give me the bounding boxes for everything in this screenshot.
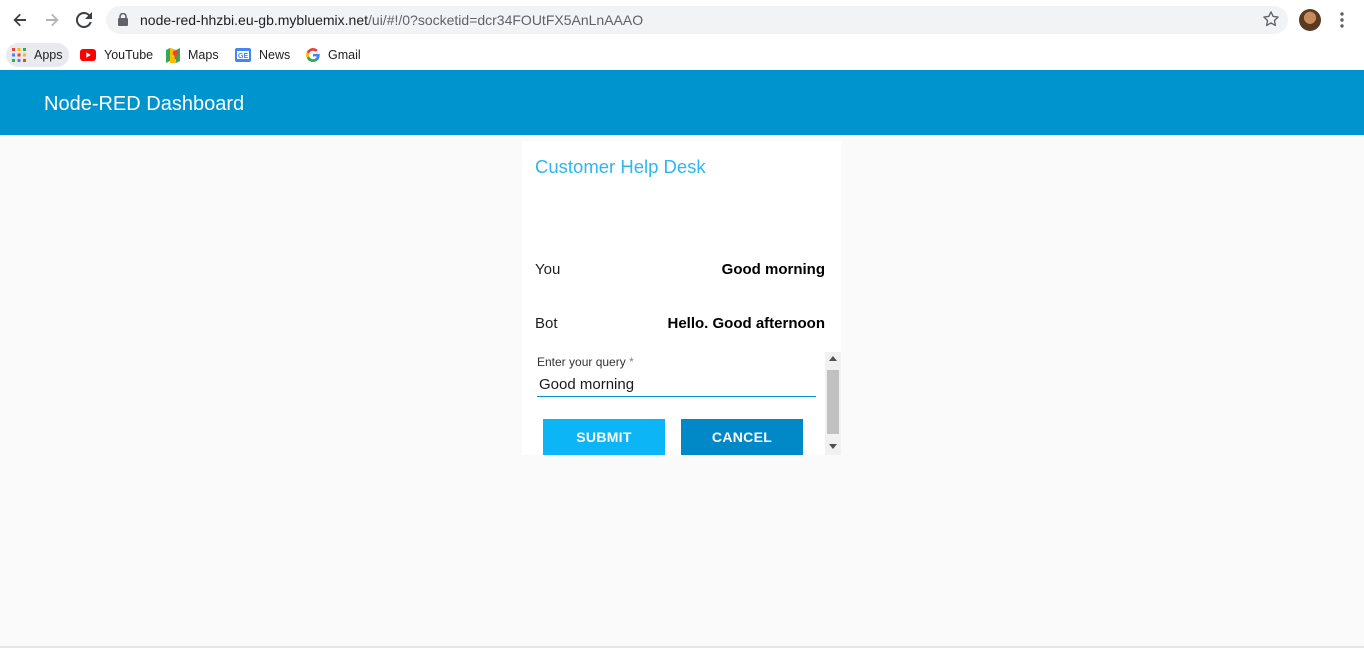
address-bar[interactable]: node-red-hhzbi.eu-gb.mybluemix.net/ui/#!… xyxy=(106,6,1288,34)
bookmark-apps[interactable]: Apps xyxy=(6,43,69,67)
bookmark-label: Gmail xyxy=(328,48,361,62)
dashboard-header: Node-RED Dashboard xyxy=(0,70,1364,135)
submit-button[interactable]: SUBMIT xyxy=(543,419,665,455)
maps-icon xyxy=(166,47,180,63)
back-arrow-icon xyxy=(13,13,26,27)
bookmark-label: YouTube xyxy=(104,48,154,62)
url-path: /ui/#!/0?socketid=dcr34FOUtFX5AnLnAAAO xyxy=(368,12,644,28)
query-label: Enter your query * xyxy=(537,355,634,369)
reload-button[interactable] xyxy=(72,8,96,32)
form-scrollbar[interactable] xyxy=(825,352,841,455)
bookmark-label: News xyxy=(259,48,291,62)
message-sender: You xyxy=(535,261,561,278)
cancel-button[interactable]: CANCEL xyxy=(681,419,803,455)
query-input[interactable] xyxy=(537,373,816,397)
bookmark-maps[interactable]: Maps xyxy=(160,43,225,67)
help-desk-card: Customer Help Desk You Good morning Bot … xyxy=(522,141,841,455)
browser-toolbar: node-red-hhzbi.eu-gb.mybluemix.net/ui/#!… xyxy=(0,0,1364,40)
query-label-text: Enter your query xyxy=(537,355,626,369)
youtube-icon xyxy=(80,49,96,61)
apps-grid-icon xyxy=(12,48,26,62)
chat-message-bot: Bot Hello. Good afternoon xyxy=(535,315,825,339)
bookmark-star-icon[interactable] xyxy=(1262,10,1280,28)
news-icon: GE xyxy=(235,48,251,62)
scroll-thumb[interactable] xyxy=(827,370,839,434)
url-text: node-red-hhzbi.eu-gb.mybluemix.net/ui/#!… xyxy=(140,12,643,28)
forward-button[interactable] xyxy=(40,8,64,32)
chat-message-you: You Good morning xyxy=(535,261,825,285)
message-text: Good morning xyxy=(721,261,825,278)
query-form: Enter your query * SUBMIT CANCEL xyxy=(522,352,841,455)
svg-text:GE: GE xyxy=(238,53,248,60)
bookmark-gmail[interactable]: Gmail xyxy=(300,43,367,67)
bookmark-news[interactable]: GE News xyxy=(229,43,296,67)
bookmarks-bar: Apps YouTube Maps GE News Gmail xyxy=(0,40,1364,70)
bookmark-youtube[interactable]: YouTube xyxy=(74,43,159,67)
scroll-up-arrow-icon[interactable] xyxy=(829,356,837,361)
card-title: Customer Help Desk xyxy=(535,156,706,177)
scroll-down-arrow-icon[interactable] xyxy=(829,444,837,449)
profile-avatar[interactable] xyxy=(1299,9,1321,31)
forward-arrow-icon xyxy=(46,13,59,27)
page-title: Node-RED Dashboard xyxy=(44,93,245,115)
url-host: node-red-hhzbi.eu-gb.mybluemix.net xyxy=(140,12,369,28)
google-icon xyxy=(306,48,320,62)
browser-menu-icon[interactable] xyxy=(1334,10,1350,30)
reload-icon xyxy=(76,12,92,28)
bookmark-label: Apps xyxy=(34,48,63,62)
bookmark-label: Maps xyxy=(188,48,219,62)
message-sender: Bot xyxy=(535,315,558,332)
lock-icon xyxy=(118,13,128,26)
back-button[interactable] xyxy=(8,8,32,32)
required-marker: * xyxy=(629,355,634,369)
message-text: Hello. Good afternoon xyxy=(667,315,826,332)
